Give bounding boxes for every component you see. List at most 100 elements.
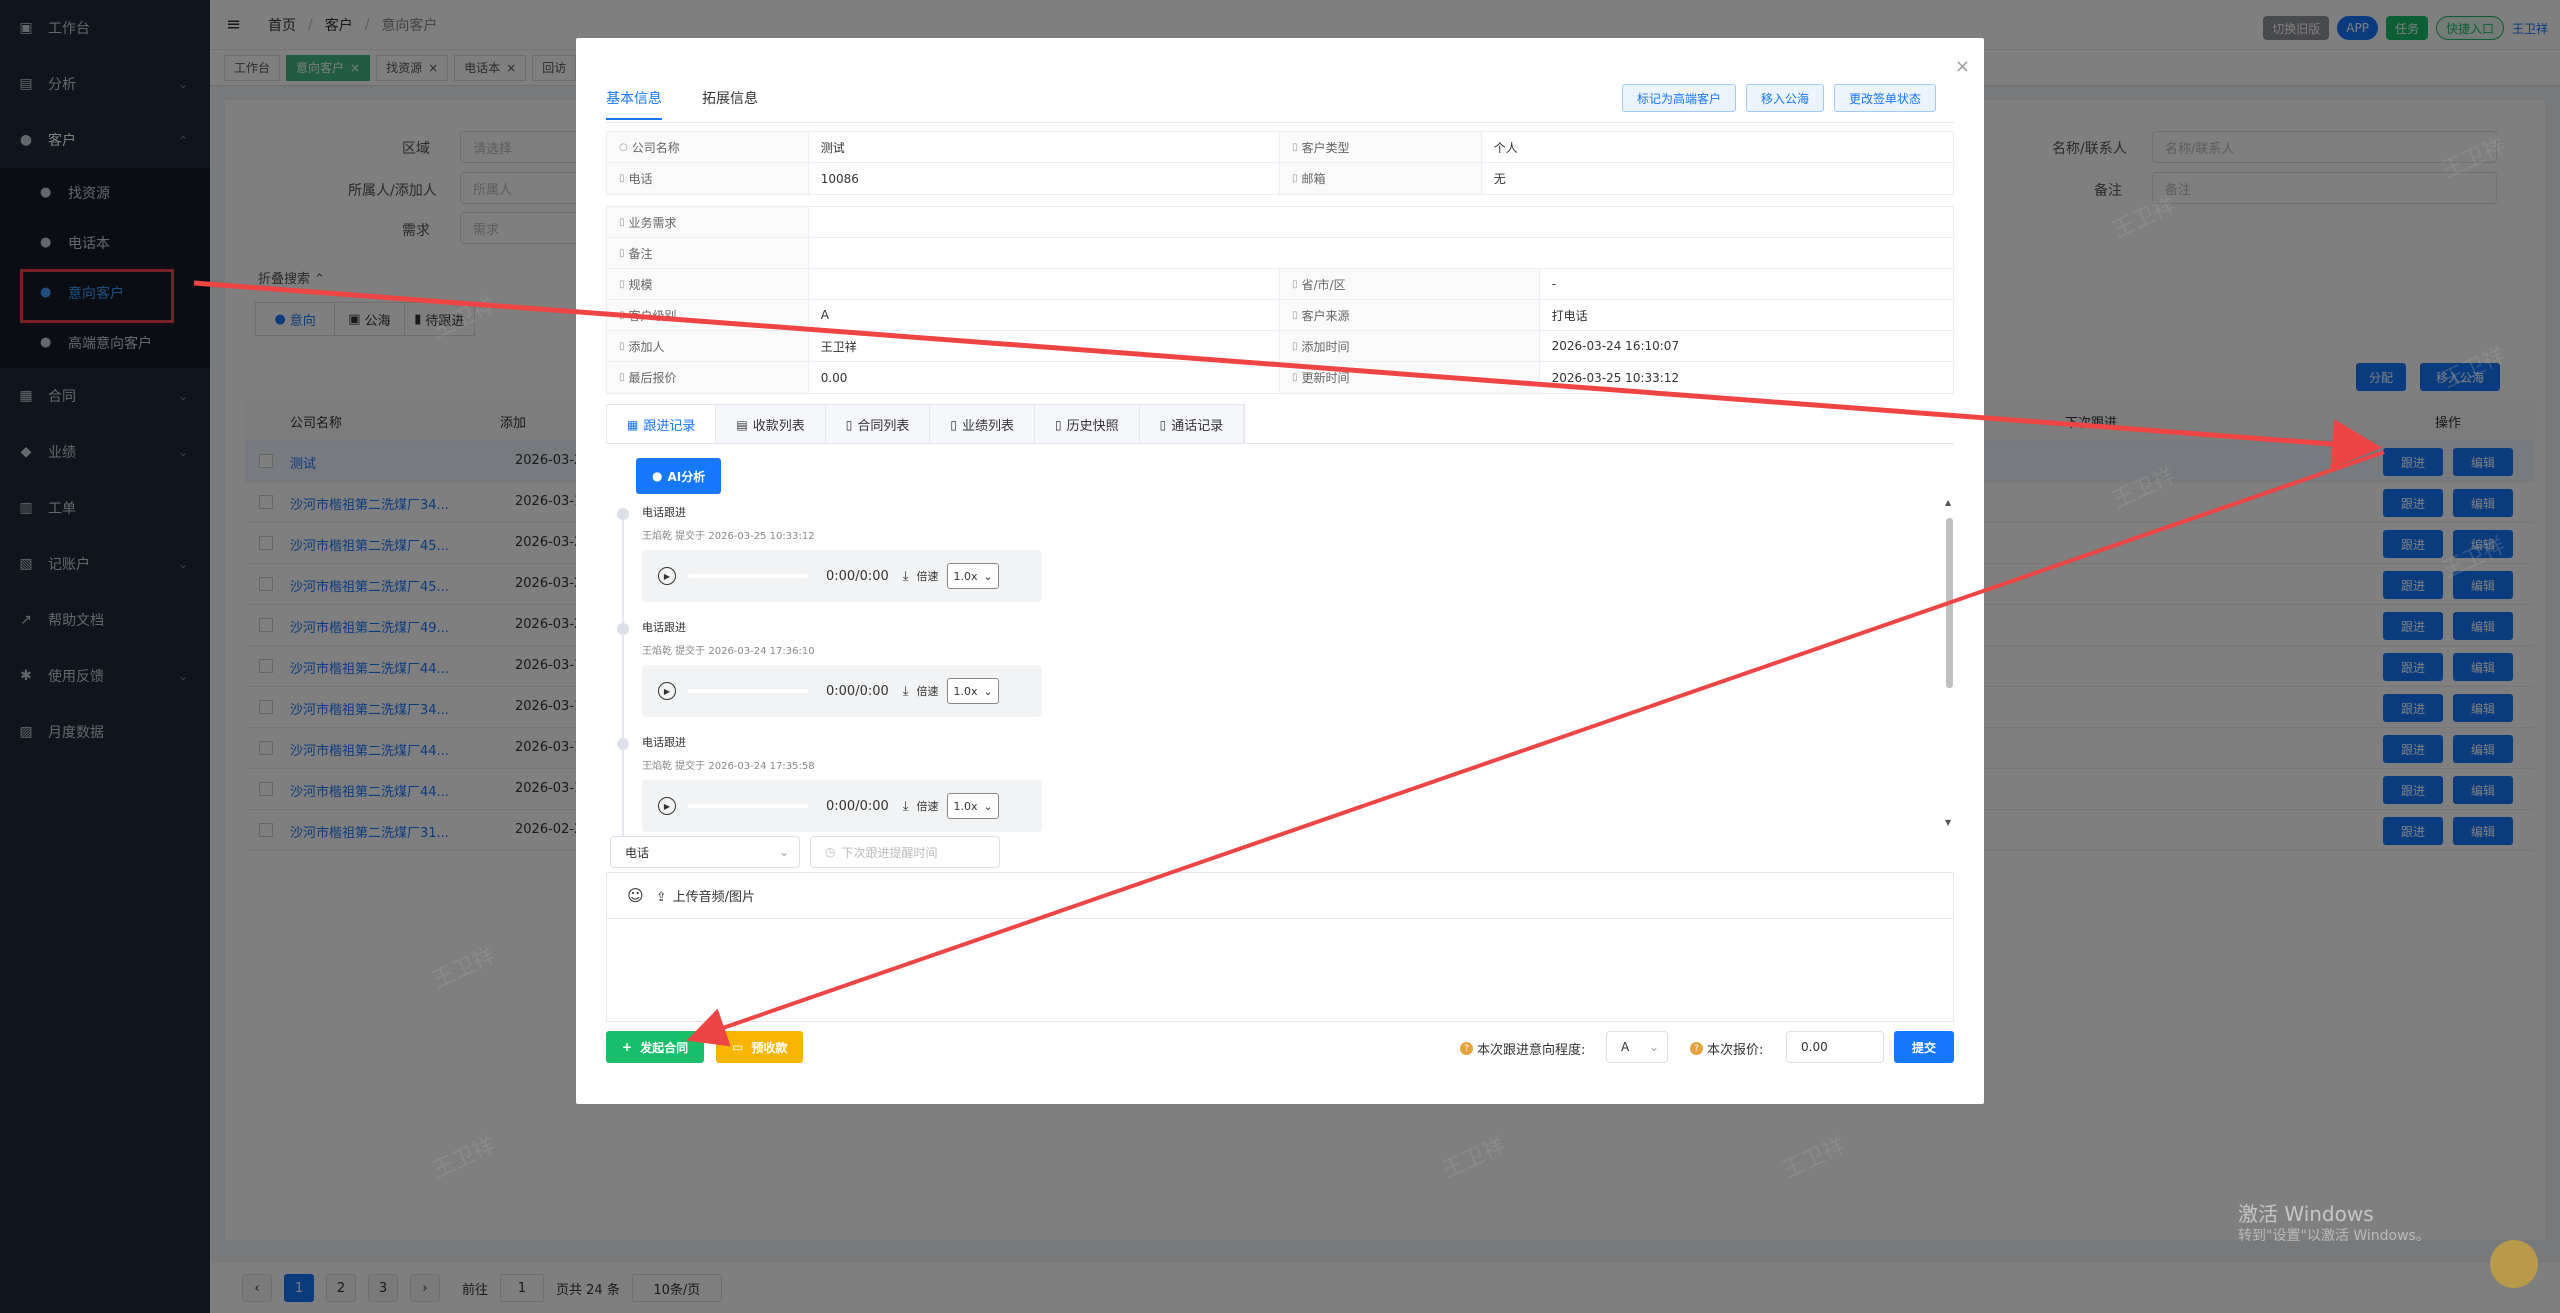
tab-history[interactable]: ▯ 历史快照	[1034, 405, 1140, 444]
doc-icon: ▯	[1292, 309, 1298, 321]
doc-icon: ▯	[1159, 417, 1167, 432]
next-follow-time-input[interactable]: ◷ 下次跟进提醒时间	[810, 836, 1000, 868]
doc-icon: ▯	[619, 372, 625, 383]
scroll-down-icon[interactable]: ▼	[1945, 818, 1951, 827]
mark-high-end-button[interactable]: 标记为高端客户	[1621, 84, 1736, 112]
download-icon[interactable]: ⤓	[903, 684, 909, 699]
play-icon[interactable]: ▶	[658, 567, 676, 585]
play-icon[interactable]: ▶	[658, 682, 676, 700]
tab-basic-info[interactable]: 基本信息	[606, 88, 662, 120]
detail-info-table: ▯ 业务需求 ▯ 备注 ▯ 规模 ▯ 省/市/区 - ▯ 客户级别 A ▯ 客户来源 打电话 ▯ 添加人 王卫…	[606, 206, 1954, 394]
upload-media[interactable]: ⇪ 上传音频/图片	[656, 886, 755, 905]
timeline-meta: 王焰乾 提交于 2026-03-24 17:35:58	[642, 761, 815, 772]
speed-label: 倍速	[916, 570, 939, 583]
emoji-icon[interactable]: ☺	[627, 886, 644, 905]
bulb-icon: ●	[652, 469, 663, 483]
tab-contracts[interactable]: ▯ 合同列表	[825, 405, 931, 444]
desc-row: ▯ 最后报价 0.00 ▯ 更新时间 2026-03-25 10:33:12	[607, 362, 1953, 393]
speed-select[interactable]: 1.0x ⌄	[946, 678, 999, 704]
audio-progress[interactable]	[688, 689, 808, 693]
desc-row: ▯ 电话 10086 ▯ 邮箱 无	[607, 163, 1953, 194]
desc-row: ▯ 客户级别 A ▯ 客户来源 打电话	[607, 300, 1953, 331]
customer-detail-dialog: × 基本信息 拓展信息 标记为高端客户 移入公海 更改签单状态 ○ 公司名称 测试…	[576, 38, 1984, 1104]
speed-select[interactable]: 1.0x ⌄	[946, 563, 999, 589]
doc-icon: ▯	[619, 340, 625, 352]
change-sign-status-button[interactable]: 更改签单状态	[1833, 84, 1936, 112]
assistant-avatar[interactable]	[2490, 1240, 2538, 1288]
price-input[interactable]: 0.00	[1786, 1031, 1884, 1063]
doc-icon: ▯	[1292, 141, 1298, 153]
audio-player: ▶ 0:00/0:00 ⤓ 倍速 1.0x ⌄	[642, 780, 1042, 832]
editor-toolbar: ☺ ⇪ 上传音频/图片	[607, 873, 1953, 919]
doc-icon: ▯	[619, 278, 625, 290]
start-contract-button[interactable]: + 发起合同	[606, 1031, 705, 1063]
doc-icon: ▯	[1054, 417, 1062, 432]
windows-activation-hint: 转到"设置"以激活 Windows。	[2238, 1228, 2430, 1244]
tab-call-records[interactable]: ▯ 通话记录	[1139, 405, 1245, 444]
doc-icon: ▯	[619, 309, 625, 321]
chevron-down-icon: ⌄	[983, 799, 993, 813]
tab-extended-info[interactable]: 拓展信息	[702, 88, 758, 120]
basic-info-table: ○ 公司名称 测试 ▯ 客户类型 个人 ▯ 电话 10086 ▯ 邮箱 无	[606, 131, 1954, 195]
record-tabs: ▦ 跟进记录 ▤ 收款列表 ▯ 合同列表 ▯ 业绩列表 ▯ 历史快照 ▯ 通话记录	[606, 404, 1246, 444]
question-icon: ?	[1690, 1042, 1703, 1055]
play-icon[interactable]: ▶	[658, 797, 676, 815]
calendar-icon: ▦	[627, 417, 639, 432]
desc-row: ○ 公司名称 测试 ▯ 客户类型 个人	[607, 132, 1953, 163]
follow-timeline: 电话跟进 王焰乾 提交于 2026-03-25 10:33:12 ▶ 0:00/0:0…	[606, 498, 1936, 868]
mail-icon: ▯	[1292, 173, 1298, 184]
audio-progress[interactable]	[688, 804, 808, 808]
desc-row: ▯ 备注	[607, 238, 1953, 269]
doc-icon: ▯	[619, 247, 625, 259]
audio-time: 0:00/0:00	[826, 568, 889, 584]
price-label: ? 本次报价:	[1690, 1039, 1763, 1058]
follow-type-select[interactable]: 电话 ⌄	[610, 836, 800, 868]
chevron-down-icon: ⌄	[1648, 1040, 1659, 1054]
close-icon[interactable]: ×	[1955, 56, 1970, 77]
chevron-down-icon: ⌄	[778, 845, 789, 859]
move-to-public-button[interactable]: 移入公海	[1745, 84, 1824, 112]
doc-icon: ▯	[1292, 372, 1298, 383]
tab-divider	[606, 122, 1954, 123]
chevron-down-icon: ⌄	[983, 684, 993, 698]
download-icon[interactable]: ⤓	[903, 799, 909, 814]
scroll-up-icon[interactable]: ▲	[1945, 498, 1951, 507]
audio-player: ▶ 0:00/0:00 ⤓ 倍速 1.0x ⌄	[642, 665, 1042, 717]
upload-icon: ⇪	[655, 890, 667, 905]
intent-label: ? 本次跟进意向程度:	[1460, 1039, 1585, 1058]
tab-payments[interactable]: ▤ 收款列表	[716, 405, 826, 444]
speed-label: 倍速	[916, 800, 939, 813]
timeline-title: 电话跟进	[642, 621, 686, 634]
clock-icon: ◷	[825, 845, 836, 859]
download-icon[interactable]: ⤓	[903, 569, 909, 584]
user-icon: ○	[619, 141, 628, 153]
speed-label: 倍速	[916, 685, 939, 698]
timeline-meta: 王焰乾 提交于 2026-03-24 17:36:10	[642, 646, 815, 657]
money-icon: ▭	[732, 1040, 744, 1054]
modal-tabs: 基本信息 拓展信息	[606, 88, 758, 120]
submit-button[interactable]: 提交	[1894, 1031, 1955, 1063]
timeline-title: 电话跟进	[642, 736, 686, 749]
doc-icon: ▯	[619, 216, 625, 228]
prepay-button[interactable]: ▭ 预收款	[716, 1031, 804, 1063]
tab-follow-records[interactable]: ▦ 跟进记录	[607, 405, 717, 444]
timeline-scrollbar[interactable]: ▲ ▼	[1944, 498, 1954, 828]
audio-time: 0:00/0:00	[826, 683, 889, 699]
speed-select[interactable]: 1.0x ⌄	[946, 793, 999, 819]
phone-icon: ▯	[619, 173, 625, 184]
modal-actions: 标记为高端客户 移入公海 更改签单状态	[1621, 84, 1936, 112]
follow-editor: ☺ ⇪ 上传音频/图片	[606, 872, 1954, 1022]
chevron-down-icon: ⌄	[983, 569, 993, 583]
follow-content-textarea[interactable]	[607, 919, 1953, 1021]
intent-select[interactable]: A ⌄	[1606, 1031, 1668, 1063]
desc-row: ▯ 添加人 王卫祥 ▯ 添加时间 2026-03-24 16:10:07	[607, 331, 1953, 362]
audio-player: ▶ 0:00/0:00 ⤓ 倍速 1.0x ⌄	[642, 550, 1042, 602]
audio-progress[interactable]	[688, 574, 808, 578]
timeline-title: 电话跟进	[642, 506, 686, 519]
tab-performance[interactable]: ▯ 业绩列表	[930, 405, 1035, 444]
desc-row: ▯ 业务需求	[607, 207, 1953, 238]
desc-row: ▯ 规模 ▯ 省/市/区 -	[607, 269, 1953, 300]
list-icon: ▤	[736, 417, 748, 432]
ai-analysis-button[interactable]: ● AI分析	[636, 458, 722, 494]
windows-activation: 激活 Windows	[2238, 1202, 2374, 1226]
